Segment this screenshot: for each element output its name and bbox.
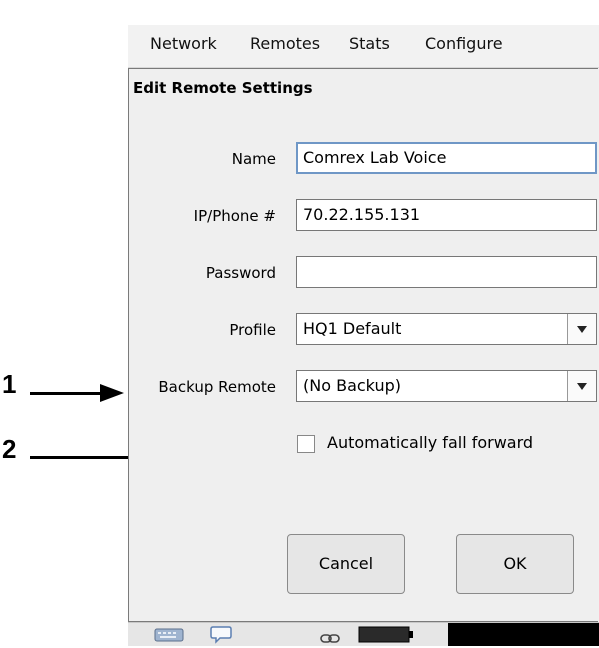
callout-1-arrowhead xyxy=(100,384,124,402)
fall-forward-checkbox[interactable] xyxy=(297,435,315,453)
battery-icon xyxy=(358,626,416,647)
cancel-button[interactable]: Cancel xyxy=(287,534,405,594)
chevron-down-icon xyxy=(577,382,587,390)
profile-select[interactable]: HQ1 Default xyxy=(296,313,597,345)
backup-remote-select[interactable]: (No Backup) xyxy=(296,370,597,402)
callout-2: 2 xyxy=(2,434,17,464)
ip-phone-field[interactable]: 70.22.155.131 xyxy=(296,199,597,231)
callout-1: 1 xyxy=(2,369,17,399)
link-icon xyxy=(320,629,340,648)
menu-remotes[interactable]: Remotes xyxy=(250,34,320,53)
menu-network[interactable]: Network xyxy=(150,34,217,53)
callout-1-arrow xyxy=(30,392,102,395)
name-label: Name xyxy=(231,150,276,168)
profile-dropdown-button[interactable] xyxy=(567,314,596,344)
menu-bar: Network Remotes Stats Configure xyxy=(128,25,599,68)
backup-remote-label: Backup Remote xyxy=(158,378,276,396)
menu-configure[interactable]: Configure xyxy=(425,34,503,53)
panel-title: Edit Remote Settings xyxy=(133,79,313,97)
profile-label: Profile xyxy=(229,321,276,339)
profile-select-value: HQ1 Default xyxy=(303,319,402,338)
edit-remote-panel: Edit Remote Settings Name Comrex Lab Voi… xyxy=(128,68,598,622)
fall-forward-label: Automatically fall forward xyxy=(327,433,534,452)
ip-phone-label: IP/Phone # xyxy=(193,207,276,225)
ok-button[interactable]: OK xyxy=(456,534,574,594)
name-field[interactable]: Comrex Lab Voice xyxy=(296,142,597,174)
menu-stats[interactable]: Stats xyxy=(349,34,390,53)
device-screen: Network Remotes Stats Configure Edit Rem… xyxy=(128,25,599,646)
status-black-area xyxy=(448,623,599,646)
status-bar xyxy=(128,622,599,646)
keyboard-icon[interactable] xyxy=(154,626,184,647)
password-label: Password xyxy=(205,264,276,282)
backup-dropdown-button[interactable] xyxy=(567,371,596,401)
backup-remote-select-value: (No Backup) xyxy=(303,376,401,395)
chevron-down-icon xyxy=(577,325,587,333)
password-field[interactable] xyxy=(296,256,597,288)
